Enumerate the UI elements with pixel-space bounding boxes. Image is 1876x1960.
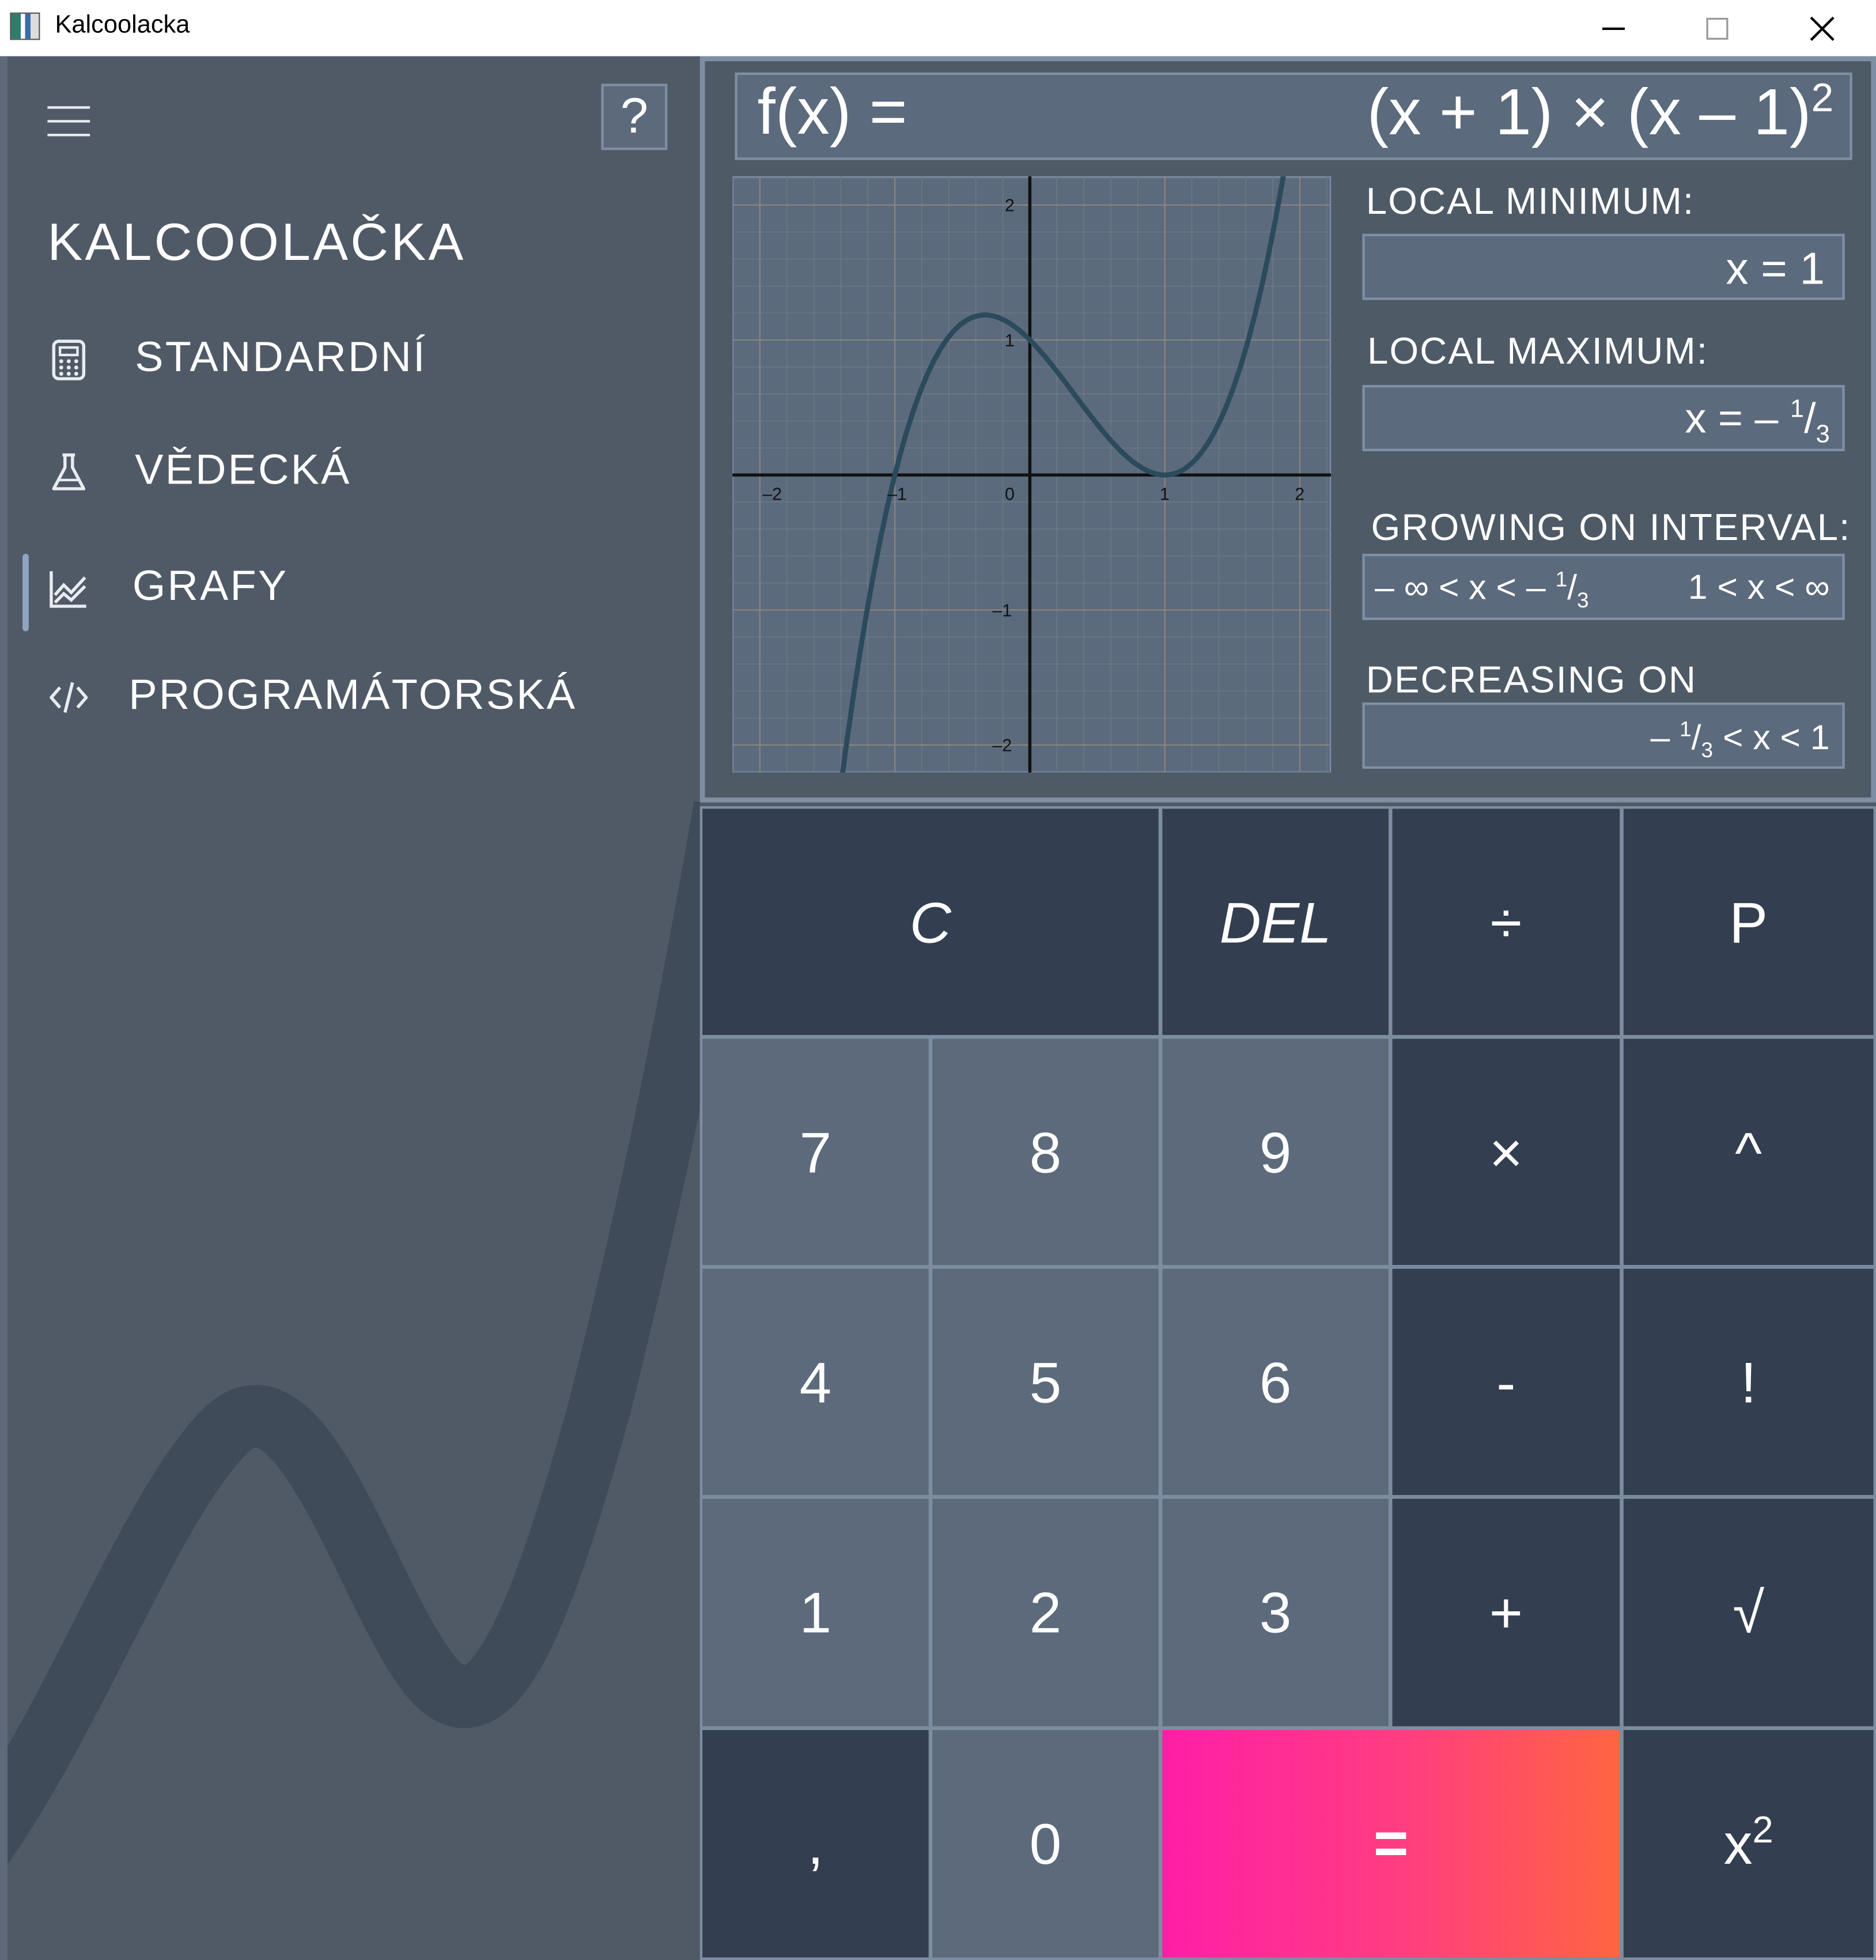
x-tick-label: 2: [1295, 485, 1304, 504]
digit-8-button[interactable]: 8: [929, 1036, 1162, 1268]
function-plot[interactable]: –2 –1 0 1 2 2 1 –1 –2: [732, 176, 1332, 773]
square-base: x: [1723, 1811, 1753, 1876]
comma-button[interactable]: ,: [699, 1727, 932, 1960]
code-icon: [50, 682, 88, 713]
function-expression: (x + 1) × (x – 1)2: [1367, 75, 1834, 149]
y-tick-label: –2: [992, 737, 1012, 756]
active-indicator: [22, 553, 29, 632]
nav-item-programatorska[interactable]: PROGRAMÁTORSKÁ: [0, 660, 700, 735]
multiply-button[interactable]: ×: [1390, 1036, 1622, 1268]
x-tick-label: 0: [1005, 485, 1015, 504]
digit-6-button[interactable]: 6: [1160, 1266, 1391, 1498]
growing-label: GROWING ON INTERVAL:: [1371, 507, 1851, 549]
equals-button[interactable]: =: [1160, 1727, 1622, 1960]
maximize-icon: [1706, 17, 1729, 39]
local-maximum-value-box: x = – 1/3: [1362, 385, 1845, 452]
y-tick-label: –1: [992, 601, 1012, 620]
title-bar: Kalcoolacka: [0, 0, 1876, 56]
chart-icon: [50, 571, 86, 608]
maximize-button[interactable]: [1667, 0, 1768, 56]
local-minimum-value-box: x = 1: [1362, 233, 1845, 300]
digit-1-button[interactable]: 1: [699, 1496, 932, 1729]
sidebar-edge: [0, 56, 8, 1960]
nav-label-programatorska: PROGRAMÁTORSKÁ: [128, 671, 577, 719]
divide-button[interactable]: ÷: [1390, 806, 1622, 1038]
nav-label-grafy: GRAFY: [132, 562, 289, 610]
x-tick-label: –1: [887, 485, 907, 504]
y-tick-label: 2: [1005, 197, 1015, 216]
local-maximum-label: LOCAL MAXIMUM:: [1367, 331, 1709, 373]
digit-2-button[interactable]: 2: [929, 1496, 1162, 1729]
local-maximum-value: x = – 1/3: [1685, 395, 1830, 449]
square-button[interactable]: x2: [1621, 1727, 1876, 1960]
local-minimum-value: x = 1: [1726, 242, 1825, 294]
app-icon: [10, 12, 40, 40]
minimize-button[interactable]: [1564, 0, 1664, 56]
nav-item-vedecka[interactable]: VĚDECKÁ: [0, 435, 700, 510]
factorial-button[interactable]: !: [1621, 1266, 1876, 1498]
digit-7-button[interactable]: 7: [699, 1036, 932, 1268]
sqrt-button[interactable]: √: [1621, 1496, 1876, 1729]
local-minimum-label: LOCAL MINIMUM:: [1366, 181, 1695, 223]
p-button[interactable]: P: [1621, 806, 1876, 1038]
menu-icon[interactable]: [47, 106, 90, 137]
flask-icon: [52, 453, 86, 490]
help-button[interactable]: ?: [601, 84, 668, 150]
app-heading: KALCOOLAČKA: [47, 212, 466, 271]
y-tick-label: 1: [1005, 331, 1015, 350]
digit-3-button[interactable]: 3: [1160, 1496, 1391, 1729]
growing-value-box: – ∞ < x < – 1/3 1 < x < ∞: [1362, 553, 1845, 620]
close-button[interactable]: [1772, 0, 1873, 56]
nav-label-standardni: STANDARDNÍ: [135, 334, 427, 382]
minimize-icon: [1602, 27, 1625, 29]
calculator-icon: [52, 339, 86, 380]
nav-item-grafy[interactable]: GRAFY: [0, 552, 700, 632]
square-exponent: 2: [1752, 1810, 1773, 1852]
x-tick-label: –2: [762, 485, 782, 504]
digit-4-button[interactable]: 4: [699, 1266, 932, 1498]
digit-5-button[interactable]: 5: [929, 1266, 1162, 1498]
clear-button[interactable]: C: [699, 806, 1162, 1038]
sidebar: ? KALCOOLAČKA STANDARDNÍ VĚDECKÁ GRAFY P…: [0, 56, 700, 1960]
nav-label-vedecka: VĚDECKÁ: [135, 446, 351, 494]
growing-right-interval: 1 < x < ∞: [1688, 567, 1830, 606]
digit-0-button[interactable]: 0: [929, 1727, 1162, 1960]
plus-button[interactable]: +: [1390, 1496, 1622, 1729]
nav-item-standardni[interactable]: STANDARDNÍ: [0, 323, 700, 398]
decreasing-value-box: – 1/3 < x < 1: [1362, 702, 1845, 769]
x-tick-label: 1: [1160, 485, 1170, 504]
digit-9-button[interactable]: 9: [1160, 1036, 1391, 1268]
window-title: Kalcoolacka: [55, 11, 190, 39]
delete-button[interactable]: DEL: [1160, 806, 1391, 1038]
growing-left-interval: – ∞ < x < – 1/3: [1375, 567, 1589, 613]
power-button[interactable]: ^: [1621, 1036, 1876, 1268]
function-label: f(x) =: [757, 76, 907, 149]
close-icon: [1810, 16, 1835, 40]
decreasing-interval: – 1/3 < x < 1: [1650, 717, 1830, 762]
minus-button[interactable]: -: [1390, 1266, 1622, 1498]
